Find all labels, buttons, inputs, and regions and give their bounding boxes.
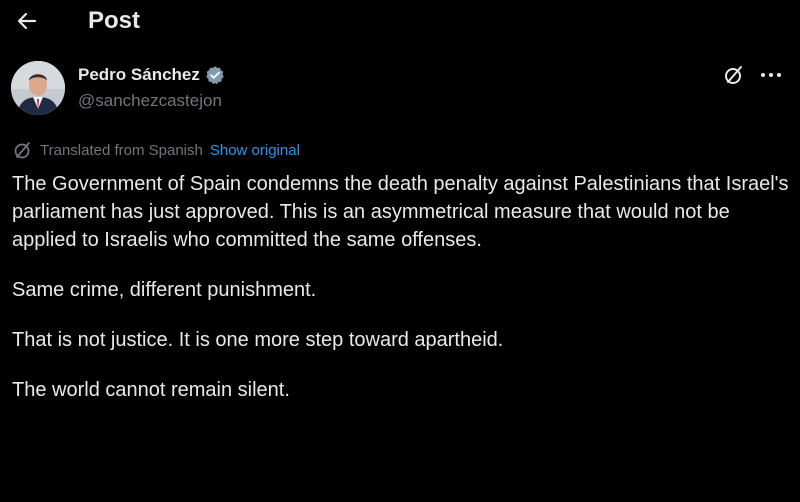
tweet-paragraph: The world cannot remain silent. [12, 379, 290, 401]
tweet-text: The Government of Spain condemns the dea… [12, 170, 792, 426]
show-original-link[interactable]: Show original [210, 142, 300, 159]
post-header: Post [0, 0, 800, 44]
author-handle[interactable]: @sanchezcastejon [78, 90, 222, 112]
tweet-paragraph: That is not justice. It is one more step… [12, 329, 504, 351]
translate-icon [12, 140, 34, 160]
author-name[interactable]: Pedro Sánchez [78, 65, 200, 85]
tweet-paragraph: The Government of Spain condemns the dea… [12, 173, 789, 251]
profile-photo [11, 61, 65, 115]
translation-notice: Translated from Spanish Show original [12, 139, 300, 161]
verified-badge-icon[interactable] [205, 65, 225, 85]
arrow-left-icon [17, 12, 37, 30]
avatar[interactable] [11, 61, 65, 115]
more-options-icon[interactable] [756, 63, 786, 87]
page-title: Post [88, 7, 141, 34]
translated-from-label: Translated from Spanish [40, 141, 203, 159]
author-name-row[interactable]: Pedro Sánchez [78, 64, 225, 86]
tweet-paragraph: Same crime, different punishment. [12, 279, 317, 301]
back-button[interactable] [10, 6, 44, 36]
grok-icon[interactable] [722, 63, 746, 87]
